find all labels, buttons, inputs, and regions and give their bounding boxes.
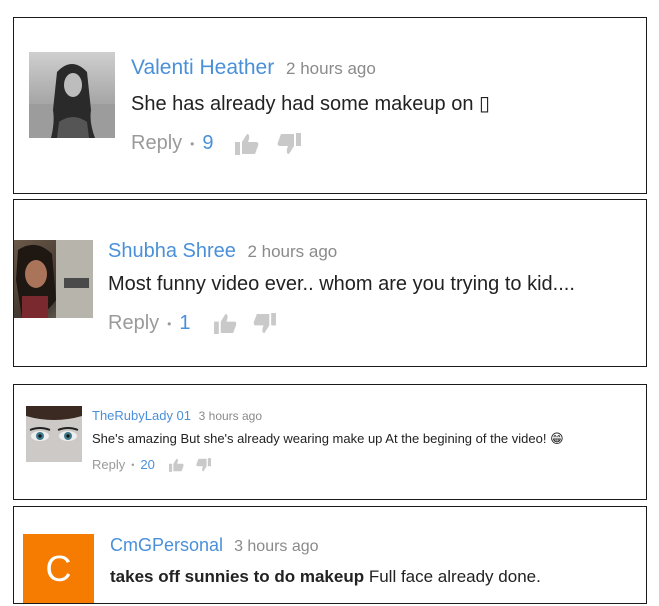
avatar[interactable]	[29, 52, 115, 138]
avatar-letter: C	[45, 547, 72, 589]
comment-text: She's amazing But she's already wearing …	[92, 431, 564, 446]
comment-text: takes off sunnies to do makeup Full face…	[110, 567, 541, 587]
avatar[interactable]	[26, 406, 82, 462]
avatar-image	[16, 240, 93, 318]
comment-text-bold: takes off sunnies to do makeup	[110, 567, 365, 586]
thumbs-up-icon[interactable]	[235, 133, 259, 155]
comment-card: Valenti Heather 2 hours ago She has alre…	[13, 17, 647, 194]
author-name[interactable]: TheRubyLady 01	[92, 408, 191, 423]
comment-author-line: Valenti Heather 2 hours ago	[131, 56, 376, 80]
comment-text-rest: Full face already done.	[364, 567, 541, 586]
thumbs-down-icon[interactable]	[253, 313, 277, 334]
comment-author-line: Shubha Shree 2 hours ago	[108, 240, 337, 263]
comment-time[interactable]: 2 hours ago	[286, 59, 376, 78]
like-count: 1	[179, 312, 191, 334]
comment-card: Shubha Shree 2 hours ago Most funny vide…	[13, 199, 647, 367]
thumbs-up-icon[interactable]	[168, 458, 184, 472]
author-name[interactable]: Valenti Heather	[131, 56, 274, 79]
comment-author-line: CmGPersonal 3 hours ago	[110, 535, 319, 556]
like-count: 20	[140, 457, 155, 472]
thumbs-down-icon[interactable]	[196, 457, 211, 472]
author-name[interactable]: CmGPersonal	[110, 535, 223, 555]
comment-time[interactable]: 2 hours ago	[247, 242, 337, 261]
comment-time[interactable]: 3 hours ago	[234, 538, 319, 555]
avatar[interactable]: C	[23, 534, 94, 603]
comment-text: She has already had some makeup on ▯	[131, 93, 491, 115]
reply-button[interactable]: Reply	[92, 457, 125, 472]
comment-card: TheRubyLady 01 3 hours ago She's amazing…	[13, 384, 647, 500]
separator-dot: •	[167, 316, 172, 331]
separator-dot: •	[190, 136, 195, 151]
comment-text: Most funny video ever.. whom are you try…	[108, 273, 575, 295]
author-name[interactable]: Shubha Shree	[108, 240, 236, 262]
comment-actions: Reply • 20	[92, 457, 211, 472]
reply-button[interactable]: Reply	[131, 132, 182, 155]
avatar[interactable]	[14, 240, 93, 318]
thumbs-down-icon[interactable]	[277, 132, 302, 155]
avatar-image	[29, 64, 115, 138]
reply-button[interactable]: Reply	[108, 312, 159, 335]
like-count: 9	[202, 132, 214, 154]
thumbs-up-icon[interactable]	[214, 313, 237, 334]
separator-dot: •	[131, 459, 135, 470]
avatar-image	[26, 406, 82, 462]
comment-actions: Reply • 1	[108, 312, 277, 335]
comment-card: C CmGPersonal 3 hours ago takes off sunn…	[13, 506, 647, 604]
comment-time[interactable]: 3 hours ago	[199, 409, 262, 423]
comment-actions: Reply • 9	[131, 132, 302, 155]
comment-author-line: TheRubyLady 01 3 hours ago	[92, 408, 262, 423]
